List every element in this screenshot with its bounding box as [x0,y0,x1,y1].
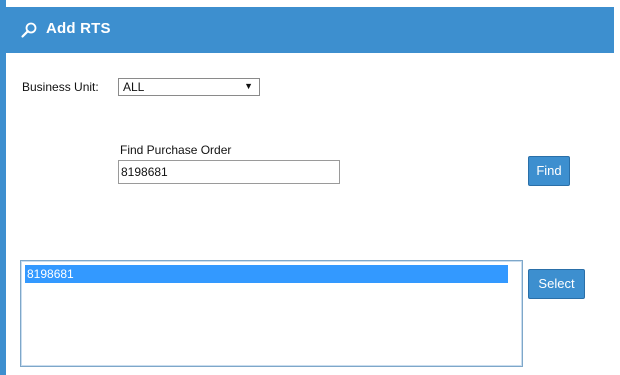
list-item[interactable]: 8198681 [25,265,508,283]
business-unit-select[interactable]: ALL ▼ [118,78,260,96]
select-button[interactable]: Select [528,269,585,299]
window-left-border [0,0,6,375]
business-unit-label: Business Unit: [22,80,99,94]
add-rts-window: Add RTS Business Unit: ALL ▼ Find Purcha… [0,0,620,375]
dropdown-arrow-icon: ▼ [244,81,253,91]
business-unit-selected-value: ALL [123,80,145,94]
find-button[interactable]: Find [528,156,570,186]
title-bar: Add RTS [6,7,614,53]
find-purchase-order-label: Find Purchase Order [120,143,232,157]
purchase-order-results-list[interactable]: 8198681 [20,260,523,367]
find-purchase-order-input[interactable]: 8198681 [118,160,340,184]
magnifier-icon [20,21,38,39]
window-title: Add RTS [46,20,111,37]
